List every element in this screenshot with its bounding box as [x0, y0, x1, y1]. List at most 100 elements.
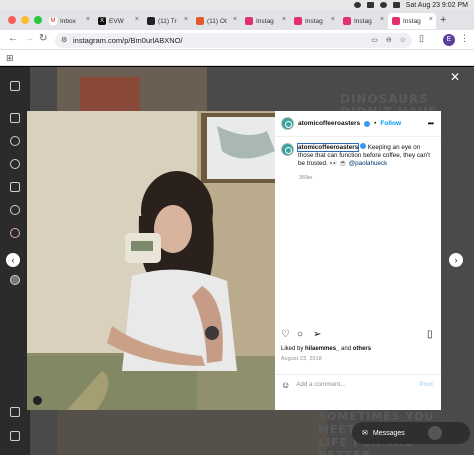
- menubar-status: Sat Aug 23 9:02 PM: [353, 0, 468, 10]
- tab-favicon-icon: M: [49, 17, 57, 25]
- tab-favicon-icon: [147, 17, 155, 25]
- home-icon[interactable]: [10, 113, 20, 123]
- tab[interactable]: M Inbox ×: [45, 13, 93, 29]
- tab[interactable]: Instag ×: [388, 13, 436, 29]
- menubar-datetime[interactable]: Sat Aug 23 9:02 PM: [406, 2, 468, 9]
- likes-summary: Liked by hilaemmes_ and others: [281, 346, 371, 352]
- tab-label: EVW: [109, 17, 124, 25]
- tab-favicon-icon: [343, 17, 351, 25]
- post-header: atomicoffeeroasters • Follow •••: [275, 111, 441, 137]
- tab-close-icon[interactable]: ×: [135, 16, 139, 23]
- post-details: atomicoffeeroasters • Follow ••• atomico…: [275, 111, 441, 410]
- navigation-bar: ← → ↻ ⚙ instagram.com/p/Bm0urlABXNO/ ▭ ⊖…: [0, 30, 474, 50]
- messages-button[interactable]: ✉ Messages: [352, 422, 470, 444]
- profile-icon[interactable]: [10, 275, 20, 285]
- apps-grid-icon[interactable]: ⊞: [6, 53, 14, 64]
- reload-icon[interactable]: ↻: [39, 33, 47, 44]
- control-center-icon[interactable]: [392, 2, 400, 8]
- tab-label: Instag: [354, 17, 372, 25]
- tab-favicon-icon: [294, 17, 302, 25]
- tab-close-icon[interactable]: ×: [429, 16, 433, 23]
- new-tab-button[interactable]: +: [440, 14, 446, 26]
- close-window-button[interactable]: [8, 16, 16, 24]
- tab-strip: M Inbox × X EVW × (11) Tr × (11) Ot × Instag × Insta…: [0, 10, 474, 30]
- post-date[interactable]: August 23, 2018: [281, 356, 322, 362]
- battery-icon[interactable]: [366, 2, 374, 8]
- tab-label: Inbox: [60, 17, 76, 25]
- messenger-icon[interactable]: [10, 205, 20, 215]
- post-dialog: atomicoffeeroasters • Follow ••• atomico…: [27, 111, 441, 410]
- next-post-button[interactable]: ›: [449, 253, 463, 267]
- tab-favicon-icon: [392, 17, 400, 25]
- instagram-logo-icon[interactable]: [10, 81, 20, 91]
- tab[interactable]: Instag ×: [241, 13, 289, 29]
- wifi-icon[interactable]: [353, 2, 361, 8]
- likes-prefix: Liked by: [281, 346, 306, 352]
- reels-icon[interactable]: [10, 182, 20, 192]
- tab-close-icon[interactable]: ×: [184, 16, 188, 23]
- post-photo[interactable]: [27, 111, 275, 410]
- menubar: Sat Aug 23 9:02 PM: [0, 0, 474, 10]
- post-comment-button[interactable]: Post: [419, 381, 433, 388]
- comment-input[interactable]: Add a comment...: [296, 381, 345, 388]
- message-avatar: [427, 426, 442, 440]
- tab-close-icon[interactable]: ×: [233, 16, 237, 23]
- follow-button[interactable]: Follow: [380, 120, 401, 127]
- tab[interactable]: X EVW ×: [94, 13, 142, 29]
- tab-label: (11) Ot: [207, 17, 227, 25]
- page-viewport: DINOSAURS DIDN'T HAVE COFFEE SOMETIMES Y…: [0, 67, 474, 455]
- tab-close-icon[interactable]: ×: [331, 16, 335, 23]
- meta-apps-icon[interactable]: [10, 431, 20, 441]
- post-actions: ♡ ○ ➢ ▯: [281, 329, 435, 341]
- tab-favicon-icon: [245, 17, 253, 25]
- tab-close-icon[interactable]: ×: [86, 16, 90, 23]
- save-bookmark-icon[interactable]: ▯: [427, 329, 433, 340]
- zoom-icon[interactable]: ⊖: [386, 33, 392, 48]
- caption-username[interactable]: atomicoffeeroasters: [296, 143, 360, 152]
- side-panel-icon[interactable]: ▯: [419, 33, 424, 44]
- minimize-window-button[interactable]: [21, 16, 29, 24]
- address-bar[interactable]: ⚙ instagram.com/p/Bm0urlABXNO/ ▭ ⊖ ☆: [55, 33, 412, 48]
- tab-close-icon[interactable]: ×: [282, 16, 286, 23]
- cast-icon[interactable]: ▭: [371, 33, 378, 48]
- back-icon[interactable]: ←: [8, 33, 18, 44]
- tab[interactable]: Instag ×: [290, 13, 338, 29]
- emoji-icon[interactable]: ☺: [281, 380, 290, 390]
- address-tools: ▭ ⊖ ☆: [371, 33, 406, 48]
- tab-label: Instag: [403, 17, 421, 25]
- author-avatar[interactable]: [281, 117, 294, 130]
- search-icon[interactable]: [10, 136, 20, 146]
- close-modal-icon[interactable]: ✕: [450, 70, 460, 84]
- tab[interactable]: (11) Tr ×: [143, 13, 191, 29]
- site-info-icon[interactable]: ⚙: [61, 33, 67, 48]
- tab-close-icon[interactable]: ×: [380, 16, 384, 23]
- author-username[interactable]: atomicoffeeroasters: [298, 120, 360, 127]
- tagged-people-icon[interactable]: [33, 396, 42, 405]
- messenger-icon: ✉: [362, 430, 368, 437]
- forward-icon[interactable]: →: [24, 33, 34, 44]
- tab[interactable]: (11) Ot ×: [192, 13, 240, 29]
- search-icon[interactable]: [379, 2, 387, 8]
- heart-icon[interactable]: [10, 228, 20, 238]
- tab-favicon-icon: [196, 17, 204, 25]
- like-heart-icon[interactable]: ♡: [281, 329, 290, 340]
- caption-mention[interactable]: @paolahueck: [349, 160, 388, 167]
- share-icon[interactable]: ➢: [313, 329, 321, 340]
- comment-composer: ☺ Add a comment... Post: [275, 374, 441, 394]
- caption-author-avatar[interactable]: [281, 143, 294, 156]
- comment-icon[interactable]: ○: [297, 329, 303, 340]
- likes-user[interactable]: hilaemmes_: [305, 346, 339, 352]
- explore-icon[interactable]: [10, 159, 20, 169]
- previous-post-button[interactable]: ‹: [6, 253, 20, 267]
- likes-others[interactable]: others: [353, 346, 371, 352]
- menu-icon[interactable]: ⋮: [460, 33, 469, 44]
- profile-avatar[interactable]: E: [443, 34, 455, 46]
- separator-dot: •: [374, 120, 377, 127]
- more-options-icon[interactable]: •••: [428, 119, 434, 128]
- tab[interactable]: Instag ×: [339, 13, 387, 29]
- verified-badge-icon: [364, 120, 371, 127]
- zoom-window-button[interactable]: [34, 16, 42, 24]
- more-menu-icon[interactable]: [10, 407, 20, 417]
- bookmark-star-icon[interactable]: ☆: [400, 33, 406, 48]
- caption-age[interactable]: 369w: [299, 175, 312, 181]
